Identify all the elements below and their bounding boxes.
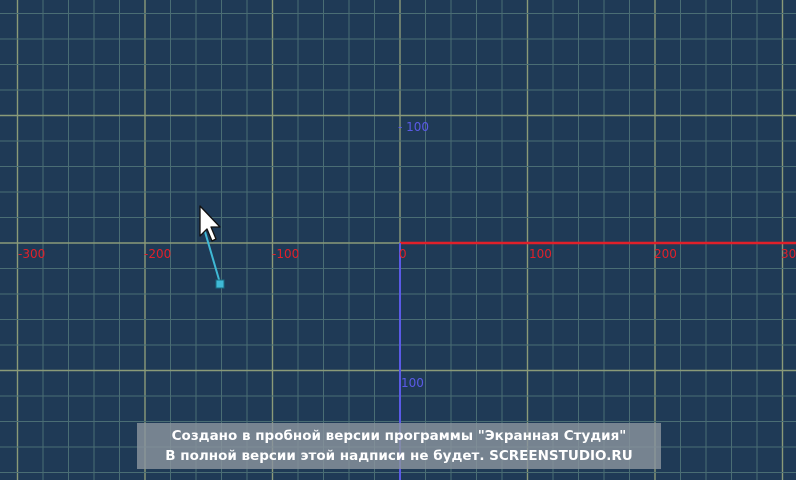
square-handle-icon[interactable] — [215, 279, 225, 289]
coordinate-canvas[interactable]: -300 -200 -100 0 100 200 30 - 100 100 Со… — [0, 0, 796, 480]
watermark-line-2: В полной версии этой надписи не будет. S… — [165, 448, 633, 464]
arrow-pointer-icon — [199, 205, 221, 242]
watermark-line-1: Создано в пробной версии программы "Экра… — [171, 428, 627, 444]
cursor-layer — [199, 205, 225, 289]
trial-watermark: Создано в пробной версии программы "Экра… — [137, 423, 661, 469]
